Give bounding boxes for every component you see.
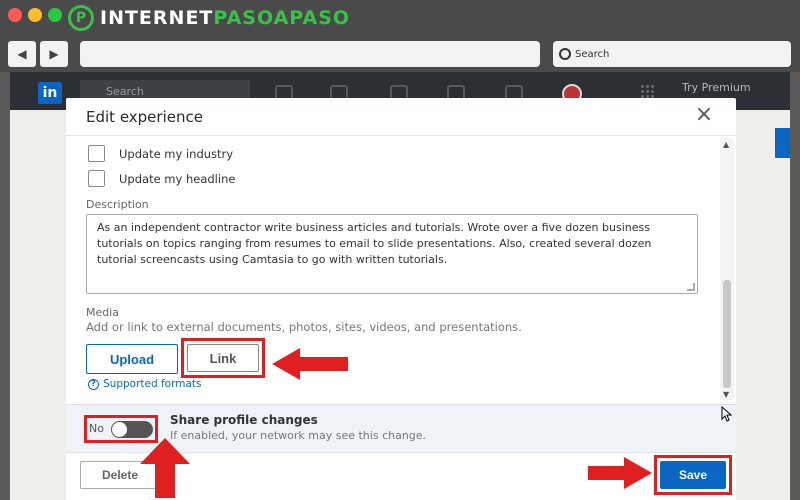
site-logo: P INTERNETPASOAPASO xyxy=(68,4,350,32)
minimize-window-button[interactable] xyxy=(28,8,42,22)
arrow-to-link-icon xyxy=(272,348,348,380)
close-icon[interactable]: × xyxy=(694,104,714,126)
browser-search-input[interactable]: Search xyxy=(553,41,791,67)
update-industry-row[interactable]: Update my industry xyxy=(88,145,233,162)
media-help-text: Add or link to external documents, photo… xyxy=(86,320,522,334)
close-window-button[interactable] xyxy=(8,8,22,22)
update-industry-label: Update my industry xyxy=(119,146,234,161)
browser-search-placeholder: Search xyxy=(575,48,610,60)
address-bar[interactable] xyxy=(80,41,540,67)
browser-titlebar: P INTERNETPASOAPASO xyxy=(0,0,800,36)
scroll-thumb[interactable] xyxy=(723,280,731,388)
upload-button[interactable]: Upload xyxy=(86,344,178,374)
link-button[interactable]: Link xyxy=(187,344,259,372)
scroll-up-icon[interactable]: ▲ xyxy=(723,140,729,149)
share-profile-subtitle: If enabled, your network may see this ch… xyxy=(170,429,427,442)
update-headline-row[interactable]: Update my headline xyxy=(88,170,235,187)
media-label: Media xyxy=(86,306,120,319)
resize-handle-icon[interactable] xyxy=(687,283,695,291)
try-premium-link[interactable]: Try Premium xyxy=(682,81,751,94)
toggle-state-label: No xyxy=(89,422,104,435)
forward-button[interactable]: ▶ xyxy=(40,41,68,67)
scroll-down-icon[interactable]: ▼ xyxy=(723,390,729,399)
question-icon: ? xyxy=(88,378,99,390)
toggle-knob xyxy=(112,422,127,437)
arrow-to-save-icon xyxy=(588,457,652,489)
supported-formats-label: Supported formats xyxy=(103,378,202,390)
link-highlight-box: Link xyxy=(181,338,265,378)
work-grid-icon[interactable] xyxy=(640,84,654,98)
arrow-left-icon: ◀ xyxy=(17,47,27,61)
description-label: Description xyxy=(86,198,149,211)
modal-scrollbar[interactable]: ▲ ▼ xyxy=(720,138,734,400)
save-button[interactable]: Save xyxy=(660,461,726,489)
linkedin-side-element xyxy=(775,128,790,158)
update-industry-checkbox[interactable] xyxy=(88,145,105,162)
description-textarea[interactable]: As an independent contractor write busin… xyxy=(86,214,698,294)
description-text: As an independent contractor write busin… xyxy=(97,221,652,266)
logo-icon: P xyxy=(68,5,94,31)
supported-formats-link[interactable]: ? Supported formats xyxy=(88,378,201,390)
update-headline-checkbox[interactable] xyxy=(88,170,105,187)
arrow-to-toggle-icon xyxy=(140,438,190,498)
modal-header: Edit experience × xyxy=(66,98,736,136)
browser-navbar: ◀ ▶ Search xyxy=(0,36,800,72)
maximize-window-button[interactable] xyxy=(48,8,62,22)
search-icon xyxy=(559,48,571,60)
back-button[interactable]: ◀ xyxy=(8,41,36,67)
modal-title: Edit experience xyxy=(86,108,203,126)
update-headline-label: Update my headline xyxy=(119,171,236,186)
logo-text: INTERNETPASOAPASO xyxy=(100,7,351,29)
share-profile-title: Share profile changes xyxy=(170,413,318,427)
arrow-right-icon: ▶ xyxy=(49,47,59,61)
linkedin-logo[interactable]: in xyxy=(38,82,62,104)
save-highlight-box: Save xyxy=(654,455,732,495)
mouse-cursor-icon xyxy=(721,406,733,422)
